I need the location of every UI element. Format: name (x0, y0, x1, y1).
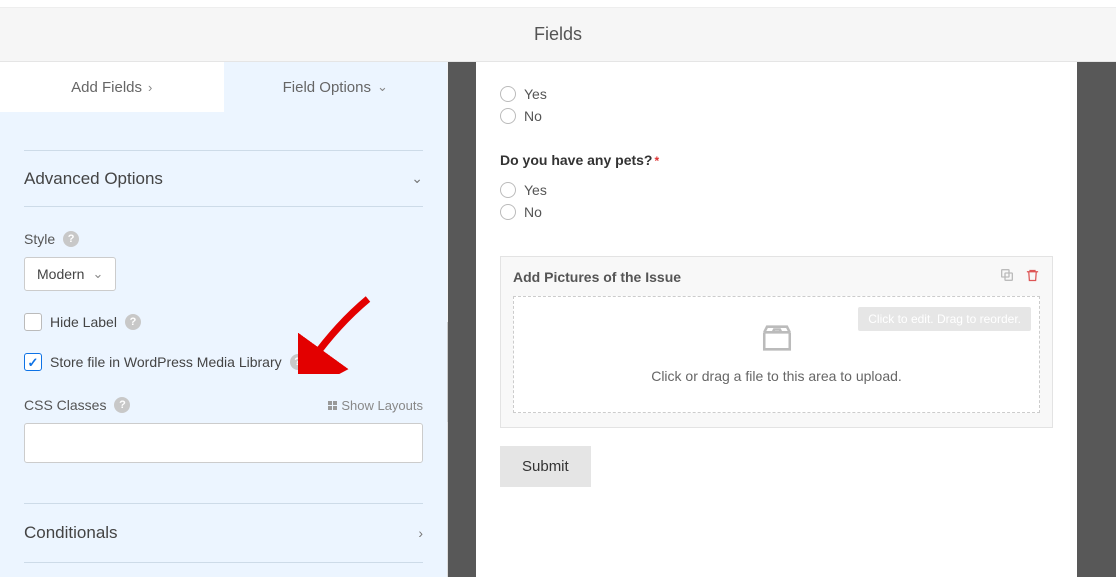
style-select-value: Modern (37, 266, 84, 282)
radio-icon (500, 86, 516, 102)
tab-add-fields-label: Add Fields (71, 79, 142, 96)
store-media-text: Store file in WordPress Media Library (50, 354, 282, 370)
store-media-checkbox[interactable] (24, 353, 42, 371)
radio-icon (500, 204, 516, 220)
radio-label: Yes (524, 182, 547, 198)
tab-add-fields[interactable]: Add Fields › (0, 62, 224, 112)
question-pets: Do you have any pets?* (500, 152, 1053, 168)
conditionals-title: Conditionals (24, 523, 118, 543)
edit-tooltip: Click to edit. Drag to reorder. (858, 307, 1031, 331)
upload-field-title: Add Pictures of the Issue (513, 269, 681, 285)
css-classes-input[interactable] (24, 423, 423, 463)
css-classes-label: CSS Classes (24, 397, 106, 413)
upload-field[interactable]: Add Pictures of the Issue Click to edit.… (500, 256, 1053, 428)
advanced-options-header[interactable]: Advanced Options ⌄ (24, 151, 423, 207)
help-icon[interactable]: ? (125, 314, 141, 330)
chevron-down-icon: ⌄ (377, 79, 388, 95)
advanced-options-title: Advanced Options (24, 169, 163, 189)
hide-label-checkbox[interactable] (24, 313, 42, 331)
radio-label: No (524, 204, 542, 220)
style-select[interactable]: Modern ⌄ (24, 257, 116, 291)
chevron-down-icon: ⌄ (92, 266, 103, 282)
trash-icon[interactable] (1025, 268, 1040, 286)
tab-field-options-label: Field Options (283, 79, 371, 96)
chevron-right-icon: › (418, 525, 423, 541)
duplicate-icon[interactable] (999, 267, 1015, 286)
grid-icon (328, 401, 337, 410)
radio-label: No (524, 108, 542, 124)
sidebar: Add Fields › Field Options ⌄ Advanced Op… (0, 62, 448, 577)
help-icon[interactable]: ? (63, 231, 79, 247)
show-layouts-link[interactable]: Show Layouts (328, 398, 423, 413)
hide-label-text: Hide Label (50, 314, 117, 330)
form-card: Yes No Do you have any pets?* Yes No (476, 62, 1077, 577)
chevron-right-icon: › (148, 80, 152, 95)
file-drop-zone[interactable]: Click to edit. Drag to reorder. Click or… (513, 296, 1040, 413)
radio-group-1: Yes No (500, 86, 1053, 124)
help-icon[interactable]: ? (114, 397, 130, 413)
radio-label: Yes (524, 86, 547, 102)
required-asterisk: * (654, 154, 659, 168)
conditionals-header[interactable]: Conditionals › (24, 503, 423, 563)
chevron-down-icon: ⌄ (411, 170, 423, 187)
form-preview-area: Yes No Do you have any pets?* Yes No (448, 62, 1116, 577)
tab-field-options[interactable]: Field Options ⌄ (224, 62, 448, 112)
help-icon[interactable]: ? (290, 354, 306, 370)
radio-icon (500, 182, 516, 198)
radio-option-yes[interactable]: Yes (500, 86, 1053, 102)
radio-icon (500, 108, 516, 124)
style-label: Style (24, 231, 55, 247)
page-title: Fields (534, 24, 582, 45)
submit-button[interactable]: Submit (500, 446, 591, 487)
radio-group-2: Yes No (500, 182, 1053, 220)
title-bar: Fields (0, 8, 1116, 62)
show-layouts-label: Show Layouts (341, 398, 423, 413)
radio-option-yes[interactable]: Yes (500, 182, 1053, 198)
drop-zone-text: Click or drag a file to this area to upl… (526, 368, 1027, 384)
radio-option-no[interactable]: No (500, 108, 1053, 124)
radio-option-no[interactable]: No (500, 204, 1053, 220)
